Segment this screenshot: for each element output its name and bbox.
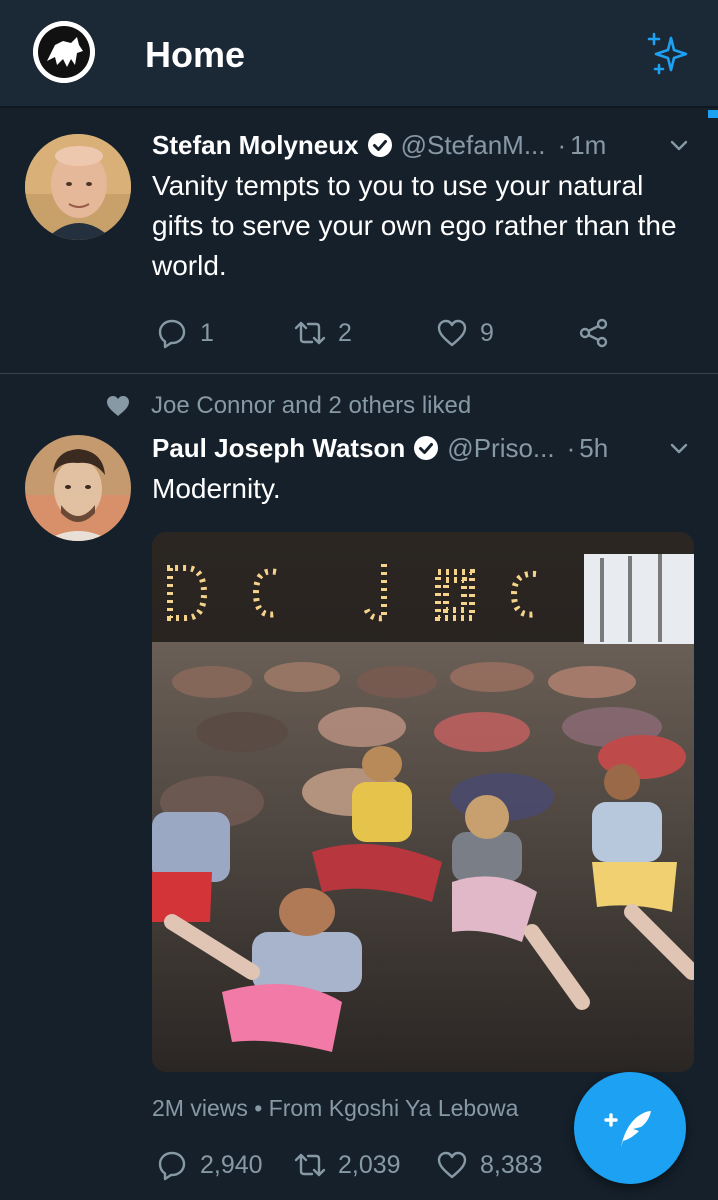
video-meta: 2M views • From Kgoshi Ya Lebowa: [152, 1095, 519, 1121]
retweet-button[interactable]: 2: [294, 313, 352, 353]
compose-tweet-button[interactable]: [574, 1072, 686, 1184]
separator-dot: ·: [557, 129, 567, 160]
share-icon: [579, 318, 608, 348]
tweet-header: Stefan Molyneux @StefanM... · 1m: [152, 128, 698, 162]
sparkle-icon[interactable]: [641, 28, 693, 80]
chevron-down-icon[interactable]: [668, 437, 690, 459]
author-avatar[interactable]: [25, 435, 131, 541]
chevron-down-icon[interactable]: [668, 134, 690, 156]
video-media[interactable]: [152, 532, 694, 1072]
tweet-actions: 1 2 9: [152, 313, 712, 353]
reply-icon: [158, 319, 186, 349]
page-title: Home: [145, 34, 246, 75]
tweet-card[interactable]: Stefan Molyneux @StefanM... · 1m Vanity …: [0, 110, 718, 374]
author-handle[interactable]: @StefanM...: [401, 130, 546, 161]
profile-avatar-button[interactable]: [33, 21, 95, 83]
heart-filled-icon: [107, 396, 129, 416]
author-avatar[interactable]: [25, 134, 131, 240]
tweet-text: Modernity.: [152, 473, 281, 504]
social-context[interactable]: Joe Connor and 2 others liked: [105, 391, 471, 421]
tweet-text: Vanity tempts to you to use your natural…: [152, 170, 677, 281]
retweet-count: 2,039: [338, 1150, 401, 1179]
social-context-label: Joe Connor and 2 others liked: [151, 392, 472, 419]
verified-badge-icon: [367, 133, 392, 157]
reply-button[interactable]: 2,940: [156, 1145, 263, 1185]
reply-count: 1: [200, 318, 214, 347]
retweet-button[interactable]: 2,039: [294, 1145, 401, 1185]
author-name[interactable]: Paul Joseph Watson: [152, 433, 405, 464]
video-thumbnail: [152, 532, 694, 1072]
reply-button[interactable]: 1: [156, 313, 214, 353]
reply-icon: [158, 1151, 186, 1181]
verified-badge-icon: [414, 436, 439, 460]
retweet-count: 2: [338, 318, 352, 347]
wolf-logo-icon: [33, 21, 95, 83]
retweet-icon: [294, 1153, 326, 1177]
separator-dot: ·: [566, 432, 576, 463]
like-button[interactable]: 8,383: [436, 1145, 543, 1185]
reply-count: 2,940: [200, 1150, 263, 1179]
heart-icon: [437, 1151, 467, 1179]
tweet-header: Paul Joseph Watson @Priso... · 5h: [152, 431, 698, 465]
heart-icon: [437, 319, 467, 347]
retweet-icon: [294, 321, 326, 345]
author-name[interactable]: Stefan Molyneux: [152, 130, 359, 161]
like-button[interactable]: 9: [436, 313, 494, 353]
tweet-timestamp: 1m: [570, 129, 607, 160]
top-app-bar: Home: [0, 0, 718, 108]
share-button[interactable]: [578, 313, 622, 353]
tweet-timestamp: 5h: [579, 432, 609, 463]
author-handle[interactable]: @Priso...: [447, 433, 554, 464]
like-count: 8,383: [480, 1150, 543, 1179]
compose-tweet-icon: [604, 1111, 651, 1147]
like-count: 9: [480, 318, 494, 347]
